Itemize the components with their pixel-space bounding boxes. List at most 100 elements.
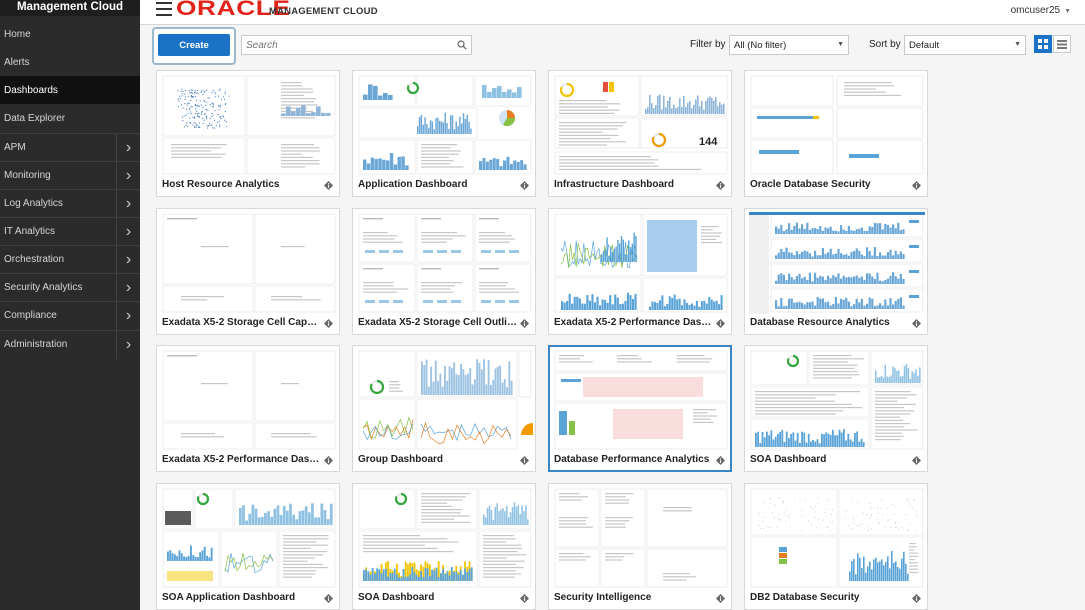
dashboard-card[interactable]: Exadata X5-2 Storage Cell Capacity ... — [156, 208, 340, 335]
sidebar-item-data-explorer[interactable]: Data Explorer — [0, 104, 140, 132]
sidebar-item-administration[interactable]: Administration › — [0, 330, 140, 359]
dashboard-thumbnail[interactable] — [357, 74, 533, 176]
chevron-right-icon[interactable]: › — [116, 189, 140, 218]
dashboard-thumbnail[interactable] — [161, 74, 337, 176]
sidebar-item-label: Monitoring — [4, 170, 51, 181]
sidebar-item-alerts[interactable]: Alerts — [0, 48, 140, 76]
dashboard-thumbnail[interactable] — [357, 487, 533, 589]
create-button[interactable]: Create — [158, 34, 230, 56]
dashboard-thumbnail[interactable]: 144 — [553, 74, 729, 176]
info-icon[interactable] — [716, 181, 725, 190]
info-icon[interactable] — [520, 319, 529, 328]
dashboard-card[interactable]: Exadata X5-2 Storage Cell Outlier Da... — [352, 208, 536, 335]
dashboard-card[interactable]: Database Resource Analytics — [744, 208, 928, 335]
dashboard-thumbnail[interactable] — [749, 487, 925, 589]
dashboard-card[interactable]: Database Performance Analytics — [548, 345, 732, 472]
search-icon[interactable] — [457, 40, 467, 50]
filter-select[interactable]: All (No filter) ▼ — [729, 35, 849, 55]
dashboard-title[interactable]: Database Performance Analytics — [554, 454, 714, 465]
dashboard-title[interactable]: SOA Dashboard — [358, 592, 518, 603]
info-icon[interactable] — [716, 456, 725, 465]
dashboard-title[interactable]: Infrastructure Dashboard — [554, 179, 714, 190]
dashboard-thumbnail[interactable] — [357, 349, 533, 451]
dashboard-card[interactable]: Host Resource Analytics — [156, 70, 340, 197]
dashboard-title[interactable]: Exadata X5-2 Performance Dashboar... — [554, 317, 714, 328]
chevron-right-icon[interactable]: › — [116, 245, 140, 274]
info-icon[interactable] — [324, 181, 333, 190]
dashboard-card[interactable]: Oracle Database Security — [744, 70, 928, 197]
dashboard-thumbnail[interactable] — [357, 212, 533, 314]
dashboard-title[interactable]: SOA Dashboard — [750, 454, 910, 465]
dashboard-thumbnail[interactable] — [553, 487, 729, 589]
dashboard-title[interactable]: Exadata X5-2 Storage Cell Outlier Da... — [358, 317, 518, 328]
dashboard-card[interactable]: SOA Application Dashboard — [156, 483, 340, 610]
sidebar-item-apm[interactable]: APM › — [0, 133, 140, 162]
user-menu[interactable]: omcuser25 ▼ — [1011, 5, 1071, 16]
info-icon[interactable] — [520, 594, 529, 603]
info-icon[interactable] — [716, 594, 725, 603]
sidebar-item-log-analytics[interactable]: Log Analytics › — [0, 189, 140, 218]
dashboard-title[interactable]: Exadata X5-2 Performance Dashboard — [162, 454, 322, 465]
chevron-right-icon[interactable]: › — [116, 301, 140, 330]
hamburger-menu-icon[interactable] — [156, 2, 172, 16]
grid-view-button[interactable] — [1034, 35, 1052, 53]
dashboard-thumbnail[interactable] — [749, 74, 925, 176]
dashboard-thumbnail[interactable] — [749, 212, 925, 314]
chevron-right-icon[interactable]: › — [116, 330, 140, 359]
sidebar-item-label: Dashboards — [4, 84, 58, 96]
sidebar-item-label: Security Analytics — [4, 282, 83, 293]
info-icon[interactable] — [716, 319, 725, 328]
info-icon[interactable] — [912, 319, 921, 328]
info-icon[interactable] — [324, 594, 333, 603]
search-input[interactable] — [242, 39, 452, 51]
dashboard-card[interactable]: Exadata X5-2 Performance Dashboar... — [548, 208, 732, 335]
sidebar-item-orchestration[interactable]: Orchestration › — [0, 245, 140, 274]
dashboard-card[interactable]: Security Intelligence — [548, 483, 732, 610]
dashboard-title[interactable]: Group Dashboard — [358, 454, 518, 465]
list-view-button[interactable] — [1053, 35, 1071, 53]
dashboard-title[interactable]: Application Dashboard — [358, 179, 518, 190]
info-icon[interactable] — [912, 594, 921, 603]
sidebar-item-compliance[interactable]: Compliance › — [0, 301, 140, 330]
info-icon[interactable] — [912, 456, 921, 465]
dashboard-thumbnail[interactable] — [749, 349, 925, 451]
sidebar-item-home[interactable]: Home — [0, 20, 140, 48]
dashboard-thumbnail[interactable] — [161, 487, 337, 589]
sidebar-item-monitoring[interactable]: Monitoring › — [0, 161, 140, 190]
sort-select[interactable]: Default ▼ — [904, 35, 1026, 55]
dashboard-thumbnail[interactable] — [553, 349, 729, 451]
dashboard-title[interactable]: Oracle Database Security — [750, 179, 910, 190]
dashboard-title[interactable]: Exadata X5-2 Storage Cell Capacity ... — [162, 317, 322, 328]
chevron-right-icon[interactable]: › — [116, 133, 140, 162]
info-icon[interactable] — [520, 181, 529, 190]
dashboard-title[interactable]: DB2 Database Security — [750, 592, 910, 603]
chevron-right-icon[interactable]: › — [116, 273, 140, 302]
dashboard-thumbnail[interactable] — [553, 212, 729, 314]
dashboard-card[interactable]: Exadata X5-2 Performance Dashboard — [156, 345, 340, 472]
dashboard-card[interactable]: Application Dashboard — [352, 70, 536, 197]
chevron-right-icon[interactable]: › — [116, 161, 140, 190]
sidebar-item-security-analytics[interactable]: Security Analytics › — [0, 273, 140, 302]
sidebar-item-dashboards[interactable]: Dashboards — [0, 76, 140, 104]
dashboard-card[interactable]: DB2 Database Security — [744, 483, 928, 610]
dashboard-title[interactable]: Database Resource Analytics — [750, 317, 910, 328]
dashboard-preview-image — [750, 488, 924, 588]
sidebar-item-label: Orchestration — [4, 254, 65, 265]
dashboard-card[interactable]: Group Dashboard — [352, 345, 536, 472]
info-icon[interactable] — [912, 181, 921, 190]
dashboard-title[interactable]: SOA Application Dashboard — [162, 592, 322, 603]
dashboard-card[interactable]: 144 Infrastructure Dashboard — [548, 70, 732, 197]
dashboard-thumbnail[interactable] — [161, 349, 337, 451]
search-box[interactable] — [241, 35, 472, 55]
info-icon[interactable] — [520, 456, 529, 465]
dashboard-preview-image — [162, 75, 336, 175]
dashboard-title[interactable]: Security Intelligence — [554, 592, 714, 603]
info-icon[interactable] — [324, 319, 333, 328]
sidebar-item-it-analytics[interactable]: IT Analytics › — [0, 217, 140, 246]
dashboard-title[interactable]: Host Resource Analytics — [162, 179, 322, 190]
dashboard-thumbnail[interactable] — [161, 212, 337, 314]
info-icon[interactable] — [324, 456, 333, 465]
dashboard-card[interactable]: SOA Dashboard — [352, 483, 536, 610]
chevron-right-icon[interactable]: › — [116, 217, 140, 246]
dashboard-card[interactable]: SOA Dashboard — [744, 345, 928, 472]
